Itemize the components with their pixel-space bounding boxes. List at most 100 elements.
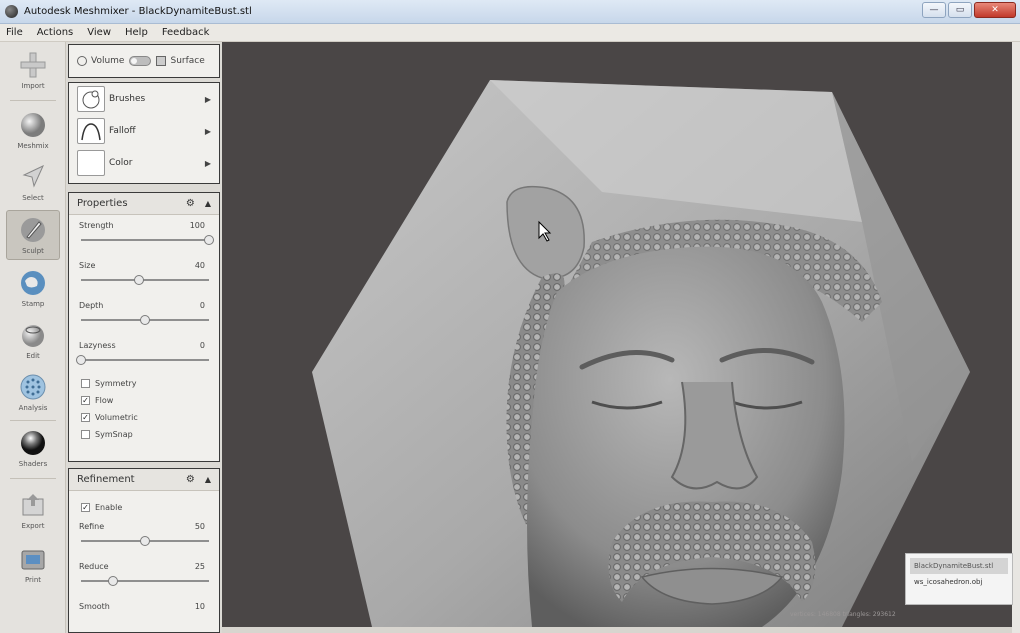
edit-sphere-icon: [18, 320, 48, 350]
tool-meshmix[interactable]: Meshmix: [6, 106, 60, 156]
falloff-row[interactable]: Falloff ▶: [69, 115, 219, 147]
tool-export[interactable]: Export: [6, 486, 60, 536]
strength-slider-knob[interactable]: [204, 235, 214, 245]
refine-slider-knob[interactable]: [140, 536, 150, 546]
printer-icon: [18, 544, 48, 574]
size-label: Size: [79, 261, 96, 270]
menu-file[interactable]: File: [6, 27, 23, 38]
brushes-row[interactable]: Brushes ▶: [69, 83, 219, 115]
depth-slider[interactable]: [81, 315, 209, 325]
tool-label: Stamp: [21, 300, 45, 308]
smooth-label: Smooth: [79, 602, 110, 611]
meshmixer-logo-icon: [5, 5, 18, 18]
properties-title: Properties: [77, 198, 128, 209]
lazyness-label: Lazyness: [79, 341, 116, 350]
symmetry-label: Symmetry: [95, 379, 137, 388]
size-slider-knob[interactable]: [133, 275, 144, 285]
refine-slider[interactable]: [81, 536, 209, 546]
tool-shaders[interactable]: Shaders: [6, 424, 60, 474]
volume-icon: [77, 56, 87, 66]
falloff-label: Falloff: [109, 126, 136, 136]
depth-slider-knob[interactable]: [140, 315, 150, 325]
volumetric-label: Volumetric: [95, 413, 138, 422]
tool-sculpt[interactable]: Sculpt: [6, 210, 60, 260]
enable-checkbox[interactable]: ✓: [81, 503, 90, 512]
volume-surface-toggle[interactable]: [129, 56, 152, 66]
object-item-blackdynamitebust[interactable]: BlackDynamiteBust.stl: [910, 558, 1008, 574]
refinement-card: Refinement ⚙ ▲ ✓ Enable Refine 50 Reduce…: [68, 468, 220, 633]
plus-icon: [18, 50, 48, 80]
enable-option[interactable]: ✓ Enable: [69, 499, 219, 516]
tool-edit[interactable]: Edit: [6, 316, 60, 366]
reduce-slider[interactable]: [81, 576, 209, 586]
tool-label: Export: [21, 522, 45, 530]
chevron-right-icon: ▶: [204, 126, 211, 136]
volumetric-option[interactable]: ✓ Volumetric: [69, 409, 219, 426]
brush-card: Brushes ▶ Falloff ▶ Color ▶: [68, 82, 220, 184]
object-browser: BlackDynamiteBust.stl ws_icosahedron.obj: [905, 553, 1013, 605]
tool-select[interactable]: Select: [6, 158, 60, 208]
minimize-button[interactable]: —: [922, 2, 946, 18]
tool-strip: Import Meshmix Select Sculpt Stamp Edit: [0, 42, 66, 633]
strength-value: 100: [189, 221, 205, 230]
mesh-stats-status: vertices: 146808 triangles: 293612: [790, 611, 896, 618]
menu-help[interactable]: Help: [125, 27, 148, 38]
surface-icon: [156, 56, 167, 66]
collapse-icon[interactable]: ▲: [205, 199, 211, 208]
window-border: [1012, 42, 1020, 633]
depth-value: 0: [199, 301, 205, 310]
close-button[interactable]: ✕: [974, 2, 1016, 18]
lazyness-property: Lazyness 0: [69, 335, 219, 375]
tool-label: Analysis: [18, 404, 48, 412]
flow-option[interactable]: ✓ Flow: [69, 392, 219, 409]
lazyness-slider[interactable]: [76, 355, 209, 365]
tool-label: Meshmix: [17, 142, 49, 150]
refinement-header[interactable]: Refinement ⚙ ▲: [69, 469, 219, 491]
tool-label: Sculpt: [22, 247, 44, 255]
menu-bar: File Actions View Help Feedback: [0, 24, 1020, 42]
maximize-button[interactable]: ▭: [948, 2, 972, 18]
surface-label[interactable]: Surface: [170, 56, 204, 66]
tool-stamp[interactable]: Stamp: [6, 264, 60, 314]
symmetry-option[interactable]: Symmetry: [69, 375, 219, 392]
flow-checkbox[interactable]: ✓: [81, 396, 90, 405]
enable-label: Enable: [95, 503, 123, 512]
tool-label: Print: [24, 576, 42, 584]
volume-label[interactable]: Volume: [91, 56, 124, 66]
analysis-sphere-icon: [18, 372, 48, 402]
lazyness-slider-knob[interactable]: [76, 355, 86, 365]
symsnap-checkbox[interactable]: [81, 430, 90, 439]
menu-view[interactable]: View: [87, 27, 111, 38]
color-swatch: [77, 150, 105, 176]
size-slider[interactable]: [81, 275, 209, 285]
symsnap-option[interactable]: SymSnap: [69, 426, 219, 443]
menu-feedback[interactable]: Feedback: [162, 27, 210, 38]
gear-icon[interactable]: ⚙: [186, 198, 195, 209]
menu-actions[interactable]: Actions: [37, 27, 74, 38]
object-item-icosahedron[interactable]: ws_icosahedron.obj: [910, 574, 1008, 590]
shader-ball-icon: [18, 428, 48, 458]
tool-analysis[interactable]: Analysis: [6, 368, 60, 418]
refine-property: Refine 50: [69, 516, 219, 556]
color-row[interactable]: Color ▶: [69, 147, 219, 179]
strength-slider[interactable]: [81, 235, 214, 245]
refine-label: Refine: [79, 522, 105, 531]
falloff-curve-icon: [77, 118, 105, 144]
brushes-label: Brushes: [109, 94, 146, 104]
symmetry-checkbox[interactable]: [81, 379, 90, 388]
color-label: Color: [109, 158, 133, 168]
sphere-icon: [18, 110, 48, 140]
properties-header[interactable]: Properties ⚙ ▲: [69, 193, 219, 215]
tool-print[interactable]: Print: [6, 540, 60, 590]
3d-viewport[interactable]: [222, 42, 1012, 627]
volumetric-checkbox[interactable]: ✓: [81, 413, 90, 422]
tool-label: Shaders: [18, 460, 48, 468]
reduce-slider-knob[interactable]: [108, 576, 118, 586]
collapse-icon[interactable]: ▲: [205, 475, 211, 484]
tool-import[interactable]: Import: [6, 46, 60, 96]
depth-property: Depth 0: [69, 295, 219, 335]
size-property: Size 40: [69, 255, 219, 295]
gear-icon[interactable]: ⚙: [186, 474, 195, 485]
sculpt-model-render[interactable]: [222, 42, 1012, 627]
window-title: Autodesk Meshmixer - BlackDynamiteBust.s…: [24, 6, 252, 17]
